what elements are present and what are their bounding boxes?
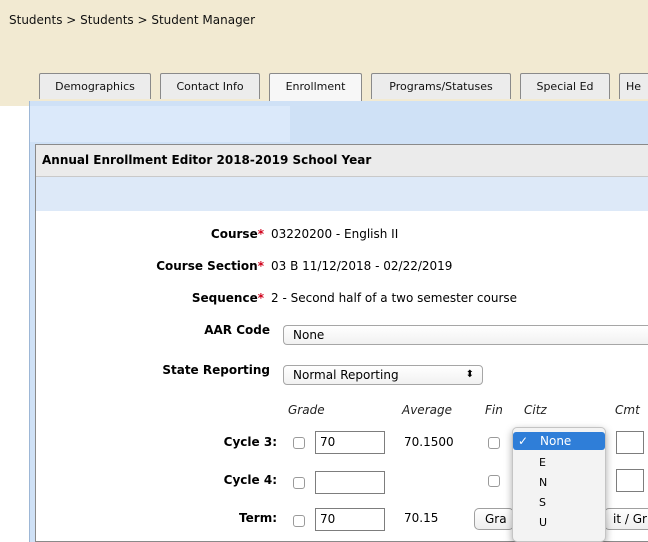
row-label-term: Term: xyxy=(239,511,277,525)
row-label-cycle-3: Cycle 3: xyxy=(223,435,277,449)
average-column-header: Average xyxy=(402,403,452,417)
state-reporting-select[interactable]: Normal Reporting ⬍ xyxy=(283,365,483,385)
citz-dropdown-menu: ✓ None E N S U xyxy=(512,427,606,542)
sequence-value: 2 - Second half of a two semester course xyxy=(271,291,518,305)
term-grade-button[interactable]: Gra xyxy=(474,508,514,530)
tab-programs-statuses[interactable]: Programs/Statuses xyxy=(371,73,511,99)
required-mark: * xyxy=(257,227,264,241)
select-arrows-icon: ⬍ xyxy=(465,369,474,380)
course-label-text: Course xyxy=(210,227,258,241)
panel-header: Annual Enrollment Editor 2018-2019 Schoo… xyxy=(36,145,648,177)
grade-column-header: Grade xyxy=(288,403,325,417)
panel-subheader xyxy=(36,177,648,211)
term-average: 70.15 xyxy=(404,511,439,525)
state-reporting-value: Normal Reporting xyxy=(293,368,399,382)
tab-demographics[interactable]: Demographics xyxy=(39,73,151,99)
citz-option-none[interactable]: ✓ None xyxy=(513,432,605,450)
course-section-label: Course Section* xyxy=(156,259,264,273)
tab-bar: Demographics Contact Info Enrollment Pro… xyxy=(0,73,648,102)
cycle-4-grade-input[interactable] xyxy=(315,471,385,494)
cycle-3-grade-input[interactable]: 70 xyxy=(315,431,385,454)
term-grade-input[interactable]: 70 xyxy=(315,508,385,531)
course-section-label-text: Course Section xyxy=(156,259,258,273)
state-reporting-label: State Reporting xyxy=(162,363,270,377)
cycle-4-grade-checkbox[interactable] xyxy=(293,477,305,489)
required-mark: * xyxy=(257,291,264,305)
course-section-value: 03 B 11/12/2018 - 02/22/2019 xyxy=(271,259,453,273)
breadcrumb: Students > Students > Student Manager xyxy=(9,13,255,27)
cmt-column-header: Cmt xyxy=(615,403,640,417)
citz-option-n[interactable]: N xyxy=(513,474,605,492)
cycle-4-cmt-input[interactable] xyxy=(616,469,644,492)
citz-option-label: N xyxy=(539,476,548,489)
content-frame-highlight xyxy=(30,106,290,142)
checkmark-icon: ✓ xyxy=(518,434,529,448)
aar-code-label: AAR Code xyxy=(204,323,270,337)
citz-option-label: E xyxy=(539,456,546,469)
fin-column-header: Fin xyxy=(485,403,503,417)
cycle-3-average: 70.1500 xyxy=(404,435,454,449)
cycle-3-cmt-input[interactable] xyxy=(616,431,644,454)
citz-option-label: U xyxy=(539,516,548,529)
panel-title: Annual Enrollment Editor 2018-2019 Schoo… xyxy=(42,153,372,167)
citz-column-header: Citz xyxy=(524,403,547,417)
aar-code-select[interactable]: None xyxy=(283,325,648,345)
tab-enrollment[interactable]: Enrollment xyxy=(269,73,362,101)
tab-special-ed[interactable]: Special Ed xyxy=(520,73,610,99)
sequence-label: Sequence* xyxy=(192,291,264,305)
sequence-label-text: Sequence xyxy=(191,291,258,305)
citz-option-u[interactable]: U xyxy=(513,514,605,532)
cycle-3-fin-checkbox[interactable] xyxy=(488,437,500,449)
cycle-4-fin-checkbox[interactable] xyxy=(488,475,500,487)
tab-health[interactable]: He xyxy=(619,73,648,99)
course-label: Course* xyxy=(211,227,264,241)
cycle-3-grade-checkbox[interactable] xyxy=(293,437,305,449)
citz-option-label: None xyxy=(540,434,572,448)
citz-option-e[interactable]: E xyxy=(513,454,605,472)
row-label-cycle-4: Cycle 4: xyxy=(223,473,277,487)
tab-contact-info[interactable]: Contact Info xyxy=(160,73,260,99)
course-value: 03220200 - English II xyxy=(271,227,399,241)
required-mark: * xyxy=(257,259,264,273)
term-edit-grade-button[interactable]: it / Gr xyxy=(604,508,648,530)
citz-option-s[interactable]: S xyxy=(513,494,605,512)
term-grade-checkbox[interactable] xyxy=(293,515,305,527)
aar-code-value: None xyxy=(293,328,325,342)
citz-option-label: S xyxy=(539,496,546,509)
